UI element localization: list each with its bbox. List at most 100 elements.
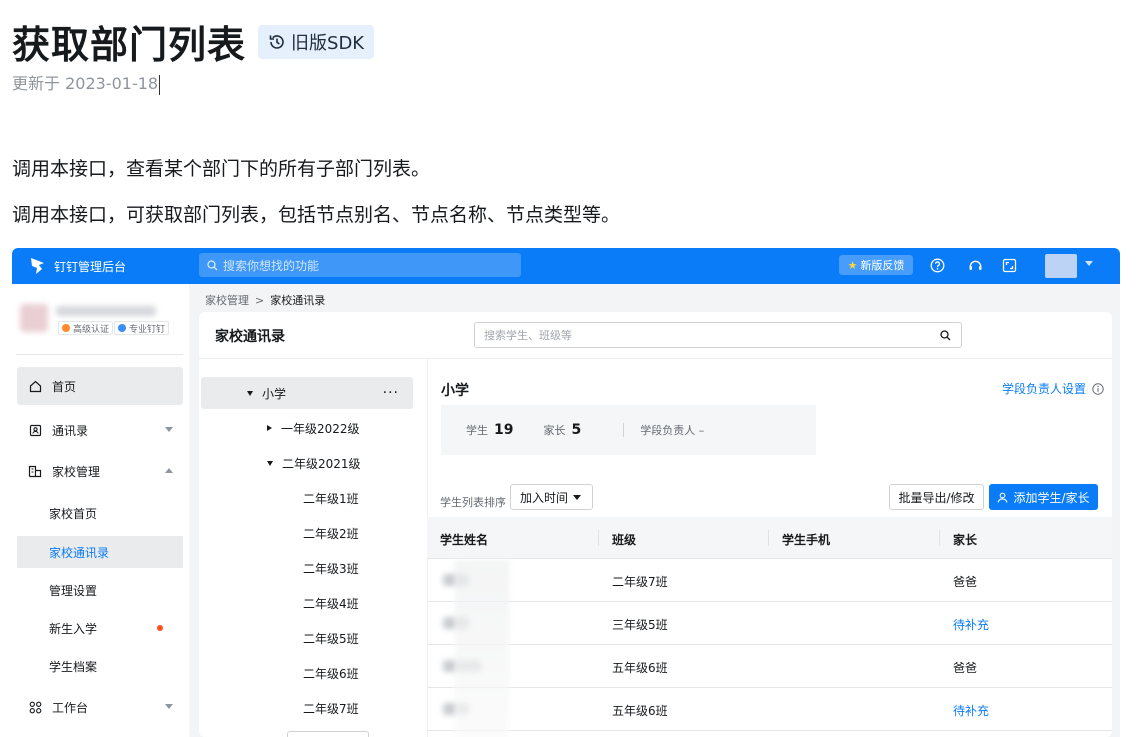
column-header[interactable]: 家长 [953, 531, 977, 548]
history-icon [269, 34, 284, 49]
notification-dot [157, 625, 163, 631]
feedback-button[interactable]: ★ 新版反馈 [839, 255, 913, 275]
table-row[interactable]: 五年级6班 爸爸 [427, 645, 1112, 688]
doc-title-row: 获取部门列表 旧版SDK [12, 14, 375, 69]
sidebar-item-contacts[interactable]: 通讯录 [17, 411, 183, 449]
sidebar: 高级认证 专业钉钉 首页 通讯录 家校管理 家校首页 家校通讯录 管理设置 新生… [12, 284, 189, 737]
caret-right-icon [267, 425, 272, 431]
student-count-label: 学生 [466, 424, 488, 437]
star-icon: ★ [847, 258, 858, 272]
fullscreen-icon[interactable] [1002, 258, 1017, 273]
panel-title: 小学 [441, 383, 469, 399]
contacts-card: 家校通讯录 搜索学生、班级等 小学 ··· 一年级2022级 二年级2021级 … [199, 312, 1112, 737]
sidebar-item-school[interactable]: 家校管理 [17, 452, 183, 490]
stats-box: 学生 19 家长 5 学段负责人 – [441, 405, 816, 455]
tree-node-class[interactable]: 二年级7班 [201, 692, 413, 724]
global-search-input[interactable]: 搜索你想找的功能 [199, 253, 521, 277]
student-search-input[interactable]: 搜索学生、班级等 [474, 322, 962, 348]
column-separator [598, 530, 599, 546]
tree-node-primary[interactable]: 小学 ··· [201, 377, 413, 409]
sidebar-item-settings[interactable]: 管理设置 [17, 574, 183, 606]
divider [16, 354, 183, 355]
column-header[interactable]: 学生手机 [782, 531, 830, 548]
tree-add-button[interactable] [287, 731, 369, 737]
table-row[interactable]: 五年级6班 待补充 [427, 688, 1112, 731]
tree-node-grade[interactable]: 一年级2022级 [201, 412, 413, 444]
class-cell: 五年级6班 [612, 704, 668, 718]
class-cell: 五年级6班 [612, 661, 668, 675]
sidebar-item-workbench[interactable]: 工作台 [17, 688, 183, 726]
add-student-button[interactable]: 添加学生/家长 [989, 484, 1098, 510]
sidebar-item-school-contacts[interactable]: 家校通讯录 [17, 536, 183, 568]
parent-cell: 爸爸 [953, 575, 978, 589]
table-header: 学生姓名 班级 学生手机 家长 [427, 517, 1112, 559]
legacy-sdk-badge[interactable]: 旧版SDK [258, 24, 375, 59]
workbench-icon [27, 701, 43, 714]
tree-node-class[interactable]: 二年级5班 [201, 622, 413, 654]
sort-label: 学生列表排序 [440, 496, 506, 509]
breadcrumb-current: 家校通讯录 [270, 294, 326, 307]
parent-cell: 爸爸 [953, 661, 978, 675]
school-icon [27, 464, 43, 478]
search-icon[interactable] [940, 330, 951, 341]
headset-icon[interactable] [968, 258, 983, 273]
verified-icon [62, 324, 70, 332]
tree-node-grade[interactable]: 二年级2021级 [201, 447, 413, 479]
description-paragraph: 调用本接口，可获取部门列表，包括节点别名、节点名称、节点类型等。 [12, 204, 621, 226]
caret-down-icon [267, 460, 273, 466]
chevron-down-icon [165, 704, 173, 709]
description-paragraph: 调用本接口，查看某个部门下的所有子部门列表。 [12, 158, 431, 180]
tree-node-class[interactable]: 二年级2班 [201, 517, 413, 549]
chevron-up-icon [165, 468, 173, 473]
tree-node-class[interactable]: 二年级3班 [201, 552, 413, 584]
class-cell: 三年级5班 [612, 618, 668, 632]
breadcrumb: 家校管理 > 家校通讯录 [205, 292, 325, 308]
tree-node-class[interactable]: 二年级1班 [201, 482, 413, 514]
contacts-icon [27, 424, 43, 437]
stage-head-label: 学段负责人 – [640, 424, 705, 437]
sidebar-item-home[interactable]: 首页 [17, 367, 183, 405]
sidebar-item-enrollment[interactable]: 新生入学 [17, 612, 183, 644]
caret-down-icon [247, 390, 253, 396]
sidebar-item-school-home[interactable]: 家校首页 [17, 497, 183, 529]
tree-node-class[interactable]: 二年级6班 [201, 657, 413, 689]
column-header[interactable]: 学生姓名 [440, 531, 488, 548]
more-icon[interactable]: ··· [383, 385, 399, 401]
divider [623, 423, 625, 437]
text-caret [159, 74, 161, 95]
table-row[interactable]: 三年级5班 待补充 [427, 602, 1112, 645]
parent-count-label: 家长 [543, 424, 566, 437]
user-avatar[interactable] [1045, 254, 1077, 278]
user-icon [998, 492, 1008, 503]
dingtalk-logo-icon [31, 258, 44, 274]
pro-tag: 专业钉钉 [114, 321, 170, 335]
sidebar-item-student-records[interactable]: 学生档案 [17, 650, 183, 682]
search-icon [207, 259, 218, 270]
chevron-right-icon: > [255, 293, 265, 307]
parent-count: 5 [571, 422, 582, 438]
admin-console-screenshot: 钉钉管理后台 搜索你想找的功能 ★ 新版反馈 高级认证 专业钉钉 首页 通讯录 [12, 248, 1120, 737]
org-name-redacted [56, 306, 156, 316]
app-name: 钉钉管理后台 [54, 260, 127, 274]
help-icon[interactable] [930, 258, 945, 273]
redaction-overlay [454, 560, 510, 737]
verified-tag: 高级认证 [58, 321, 114, 335]
column-header[interactable]: 班级 [612, 531, 636, 548]
pro-icon [118, 324, 126, 332]
sort-select[interactable]: 加入时间 [510, 484, 593, 510]
chevron-down-icon [165, 427, 173, 432]
parent-pending-link[interactable]: 待补充 [953, 702, 989, 719]
breadcrumb-item[interactable]: 家校管理 [205, 292, 249, 308]
stage-head-settings-link[interactable]: 学段负责人设置 [1002, 380, 1104, 397]
divider [199, 358, 1112, 359]
batch-export-button[interactable]: 批量导出/修改 [889, 484, 984, 510]
chevron-down-icon[interactable] [1085, 261, 1093, 266]
tree-node-class[interactable]: 二年级4班 [201, 587, 413, 619]
card-title: 家校通讯录 [215, 329, 285, 345]
student-count: 19 [494, 422, 514, 438]
parent-pending-link[interactable]: 待补充 [953, 616, 989, 633]
info-icon [1092, 382, 1104, 395]
org-avatar [20, 304, 48, 332]
table-row[interactable]: 二年级7班 爸爸 [427, 559, 1112, 602]
caret-down-icon [573, 495, 581, 500]
